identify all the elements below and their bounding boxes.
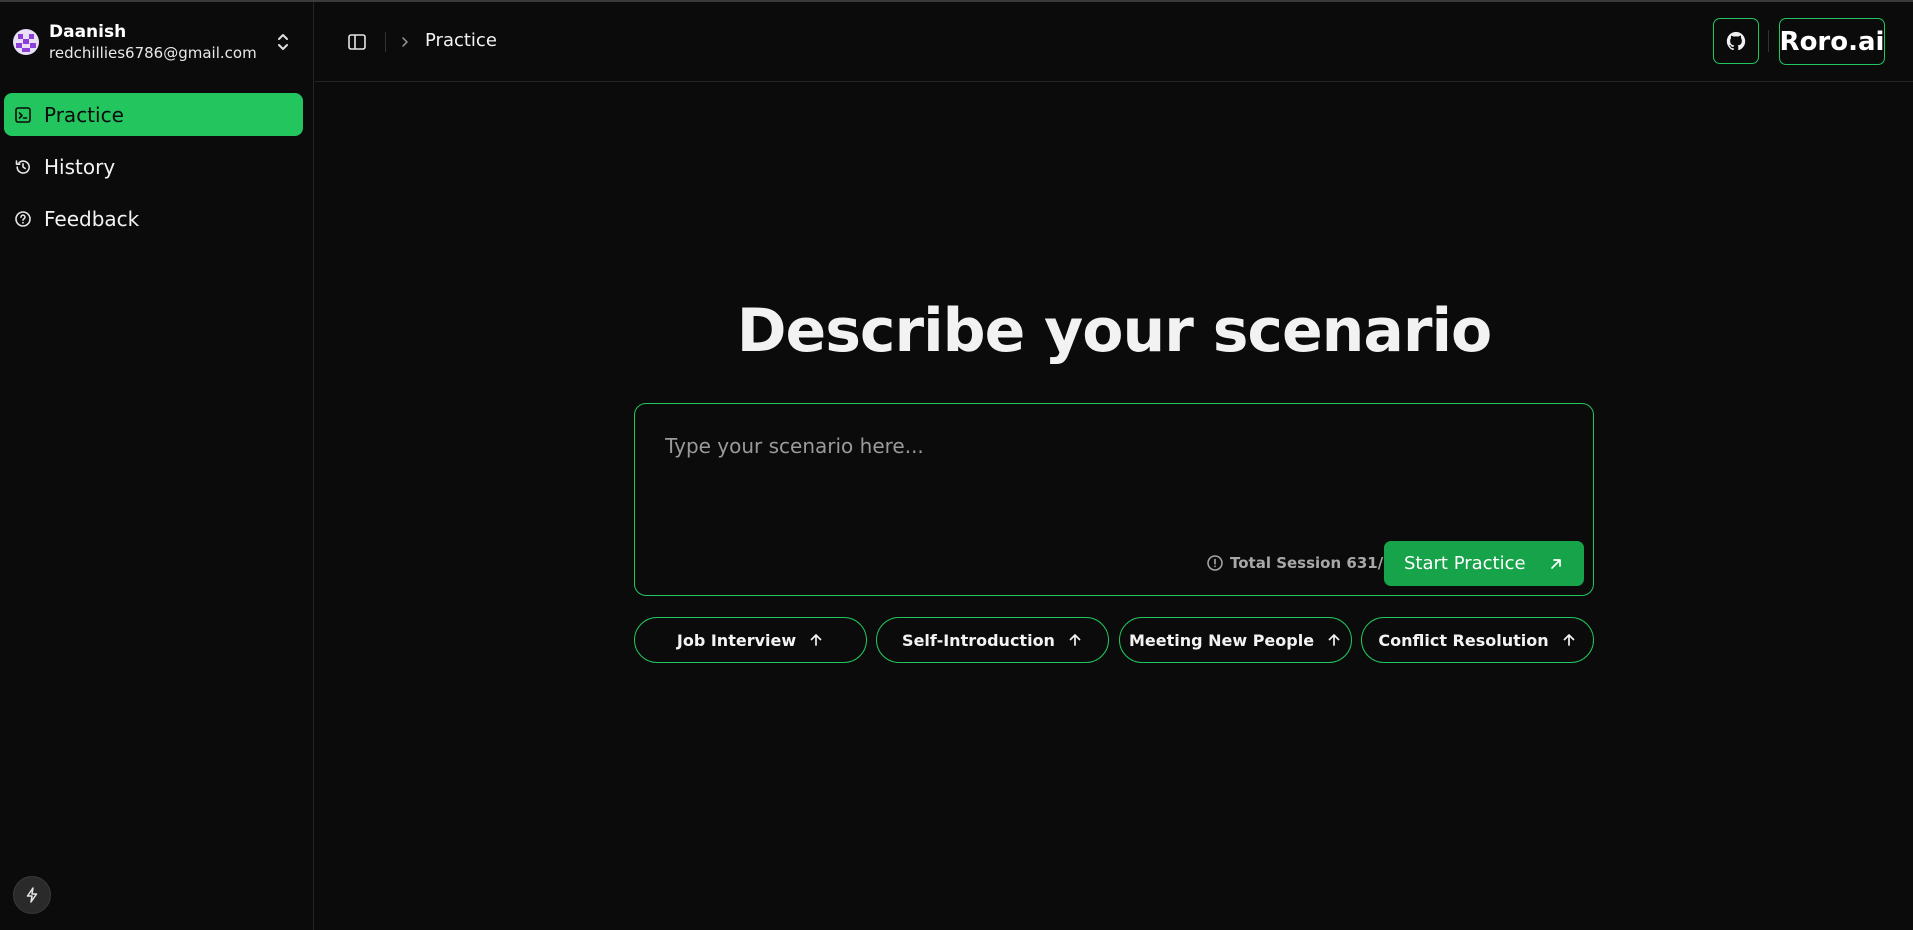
alert-circle-icon (1207, 555, 1223, 571)
chevron-right-icon (402, 37, 408, 47)
chip-label: Meeting New People (1128, 630, 1315, 650)
chip-label: Self-Introduction (902, 630, 1055, 650)
lightning-icon (26, 887, 38, 903)
chip-label: Conflict Resolution (1378, 630, 1549, 650)
breadcrumb: Practice (425, 30, 497, 51)
github-icon (1726, 31, 1746, 51)
sidebar: Daanish redchillies6786@gmail.com Practi… (0, 2, 314, 930)
user-email: redchillies6786@gmail.com (49, 44, 257, 62)
lightning-button[interactable] (13, 876, 51, 914)
sidebar-toggle-icon[interactable] (345, 30, 369, 54)
brand-logo[interactable]: Roro.ai (1779, 18, 1885, 65)
user-name: Daanish (49, 22, 127, 42)
user-switcher[interactable]: Daanish redchillies6786@gmail.com (0, 2, 314, 82)
arrow-up-icon (1563, 634, 1574, 646)
sidebar-item-label: History (44, 154, 116, 179)
suggestion-chips: Job Interview Self-Introduction Meeting … (634, 617, 1594, 663)
arrow-up-icon (1328, 634, 1340, 646)
suggestion-meeting-new-people[interactable]: Meeting New People (1119, 617, 1352, 663)
help-circle-icon (15, 210, 31, 227)
sidebar-item-history[interactable]: History (4, 145, 303, 188)
start-practice-button[interactable]: Start Practice (1384, 541, 1584, 586)
chevrons-up-down-icon[interactable] (274, 30, 292, 54)
arrow-up-icon (1069, 634, 1081, 646)
start-practice-label: Start Practice (1404, 553, 1526, 574)
suggestion-job-interview[interactable]: Job Interview (634, 617, 867, 663)
header-divider (1768, 30, 1769, 52)
session-counter: Total Session 631/3 (1206, 554, 1394, 572)
history-icon (15, 159, 30, 174)
sidebar-item-label: Feedback (44, 206, 140, 231)
page-title: Describe your scenario (736, 296, 1493, 366)
header-divider (385, 32, 386, 52)
suggestion-conflict-resolution[interactable]: Conflict Resolution (1361, 617, 1594, 663)
avatar (13, 29, 39, 55)
arrow-up-icon (810, 634, 822, 646)
chip-label: Job Interview (676, 630, 797, 650)
sidebar-nav: Practice History Feedback (4, 93, 303, 249)
sidebar-item-practice[interactable]: Practice (4, 93, 303, 136)
sidebar-item-label: Practice (44, 102, 124, 127)
sidebar-item-feedback[interactable]: Feedback (4, 197, 303, 240)
scenario-input-box: Total Session 631/3 Start Practice (634, 403, 1594, 596)
session-text: Total Session 631/3 (1230, 554, 1394, 572)
arrow-up-right-icon (1551, 559, 1561, 569)
terminal-icon (15, 106, 31, 123)
top-header: Practice Roro.ai (315, 2, 1913, 82)
github-button[interactable] (1713, 18, 1759, 64)
scenario-input[interactable] (665, 434, 1565, 514)
suggestion-self-introduction[interactable]: Self-Introduction (876, 617, 1109, 663)
